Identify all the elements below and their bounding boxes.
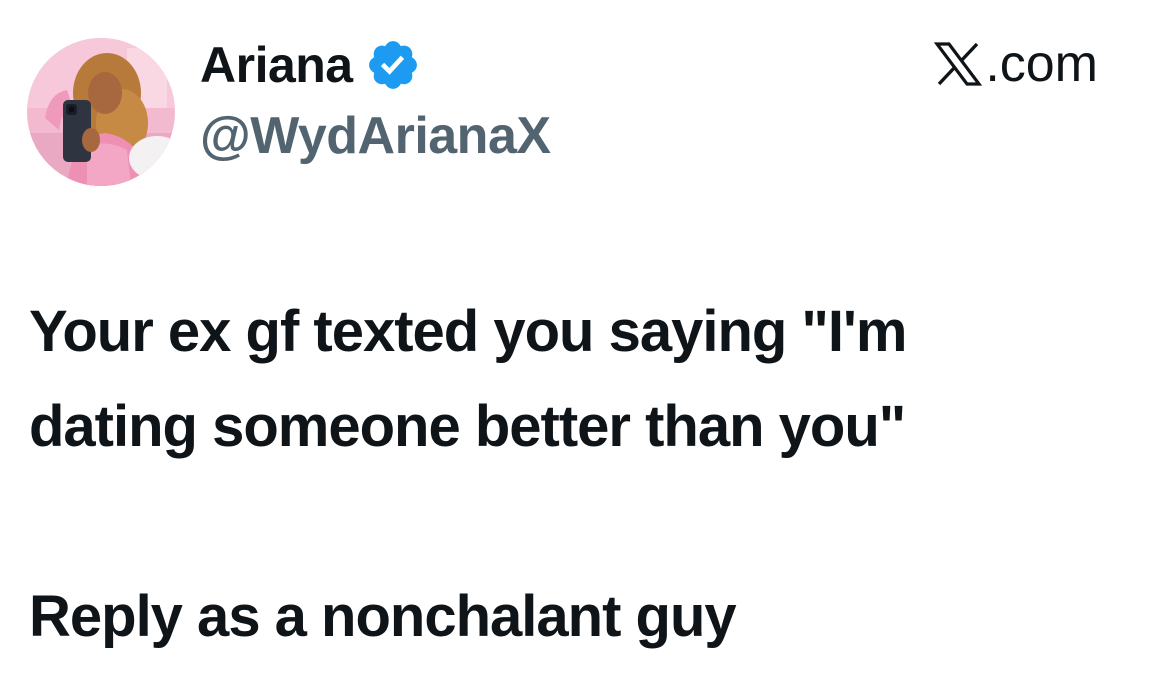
x-logo-icon [934,42,983,86]
author-name-row: Ariana [200,34,421,96]
author-handle[interactable]: @WydArianaX [200,110,551,162]
author-display-name[interactable]: Ariana [200,40,353,90]
avatar[interactable] [27,38,175,186]
tweet-text: Your ex gf texted you saying "I'm dating… [29,284,1139,664]
profile-avatar [27,38,175,186]
tweet-text-line: Reply as a nonchalant guy [29,584,737,649]
tweet-text-line: Your ex gf texted you saying "I'm [29,299,907,364]
site-label: .com [933,38,1098,90]
verified-badge-icon [368,41,417,89]
tweet-text-line: dating someone better than you" [29,394,906,459]
site-domain-label: .com [985,35,1098,93]
